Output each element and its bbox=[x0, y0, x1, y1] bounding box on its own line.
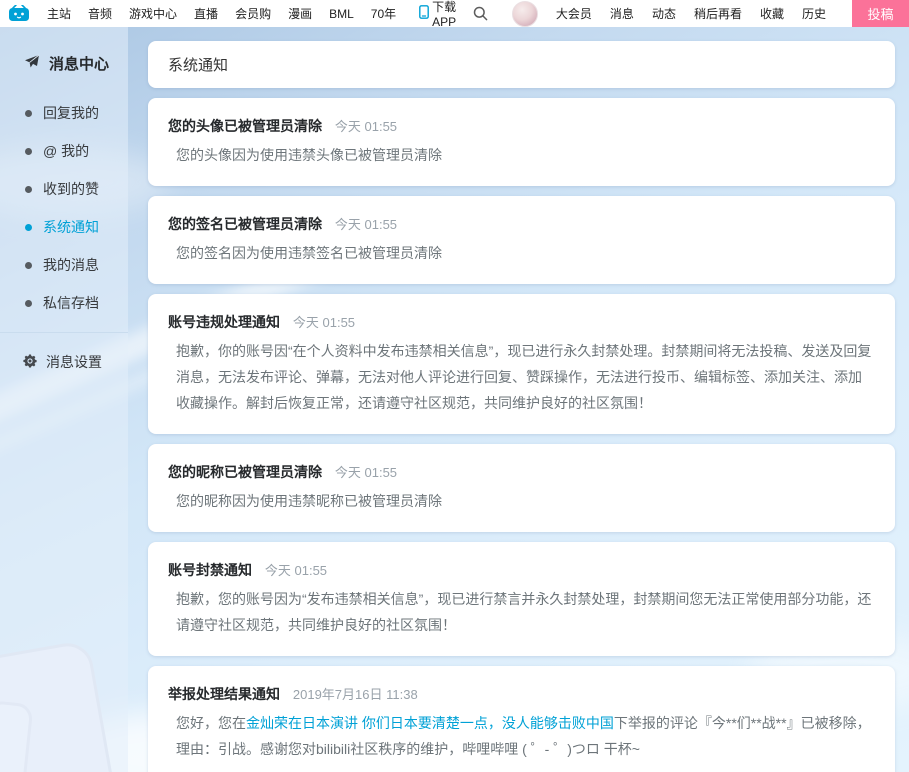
notification-body: 抱歉，您的账号因为“发布违禁相关信息”，现已进行禁言并永久封禁处理，封禁期间您无… bbox=[176, 591, 872, 633]
sidebar-item-label: 系统通知 bbox=[43, 219, 99, 235]
sidebar-item-message-settings[interactable]: 消息设置 bbox=[0, 339, 128, 385]
notification-card-signature-cleared: 您的签名已被管理员清除 今天 01:55 您的签名因为使用违禁签名已被管理员清除 bbox=[148, 196, 895, 284]
nav-link-messages[interactable]: 消息 bbox=[610, 5, 634, 22]
notification-time: 今天 01:55 bbox=[292, 315, 356, 330]
gear-icon bbox=[23, 354, 37, 371]
nav-link-bml[interactable]: BML bbox=[329, 7, 354, 21]
nav-link-manga[interactable]: 漫画 bbox=[288, 5, 312, 22]
search-icon[interactable] bbox=[473, 6, 488, 21]
sidebar-item-reply-to-me[interactable]: 回复我的 bbox=[0, 94, 128, 132]
notification-body: 您的签名因为使用违禁签名已被管理员清除 bbox=[176, 245, 442, 261]
notification-title: 账号封禁通知 bbox=[168, 562, 252, 578]
bullet-dot-icon bbox=[25, 261, 32, 269]
download-app-icon bbox=[419, 5, 430, 22]
sidebar-divider bbox=[0, 332, 128, 333]
notification-title: 举报处理结果通知 bbox=[168, 686, 280, 702]
bullet-dot-icon bbox=[25, 147, 32, 155]
paper-plane-icon bbox=[24, 54, 40, 73]
notification-body: 您好，您在金灿荣在日本演讲 你们日本要清楚一点，没人能够击败中国下举报的评论『今… bbox=[168, 710, 875, 762]
nav-link-watch-later[interactable]: 稍后再看 bbox=[694, 5, 742, 22]
sidebar-item-label: 收到的赞 bbox=[43, 181, 99, 197]
message-sidebar: 消息中心 回复我的 @ 我的 收到的赞 系统通知 我的消息 私信存档 消息设置 bbox=[0, 27, 128, 772]
notification-title: 您的签名已被管理员清除 bbox=[168, 216, 322, 232]
bullet-dot-icon bbox=[25, 109, 32, 117]
navbar-left: 主站 音频 游戏中心 直播 会员购 漫画 BML 70年 下载APP bbox=[0, 0, 473, 29]
nav-link-game-center[interactable]: 游戏中心 bbox=[129, 5, 177, 22]
notification-body-prefix: 您好，您在 bbox=[176, 715, 246, 731]
nav-link-main[interactable]: 主站 bbox=[47, 5, 71, 22]
sidebar-item-label: @ 我的 bbox=[43, 143, 90, 159]
notification-card-account-violation: 账号违规处理通知 今天 01:55 抱歉，你的账号因“在个人资料中发布违禁相关信… bbox=[148, 294, 895, 434]
sidebar-item-likes-received[interactable]: 收到的赞 bbox=[0, 170, 128, 208]
bullet-dot-icon bbox=[25, 223, 32, 231]
top-navbar: 主站 音频 游戏中心 直播 会员购 漫画 BML 70年 下载APP 大会员 消… bbox=[0, 0, 909, 29]
sidebar-item-label: 回复我的 bbox=[43, 105, 99, 121]
notification-body: 您的头像因为使用违禁头像已被管理员清除 bbox=[176, 147, 442, 163]
sidebar-item-label: 私信存档 bbox=[43, 295, 99, 311]
nav-link-download-app[interactable]: 下载APP bbox=[419, 0, 473, 29]
notification-card-report-result: 举报处理结果通知 2019年7月16日 11:38 您好，您在金灿荣在日本演讲 … bbox=[148, 666, 895, 772]
nav-link-shop[interactable]: 会员购 bbox=[235, 5, 271, 22]
notification-time: 今天 01:55 bbox=[334, 119, 398, 134]
sidebar-item-my-messages[interactable]: 我的消息 bbox=[0, 246, 128, 284]
notification-title: 账号违规处理通知 bbox=[168, 314, 280, 330]
bullet-dot-icon bbox=[25, 299, 32, 307]
sidebar-item-dm-archive[interactable]: 私信存档 bbox=[0, 284, 128, 322]
nav-link-audio[interactable]: 音频 bbox=[88, 5, 112, 22]
nav-link-favorites[interactable]: 收藏 bbox=[760, 5, 784, 22]
page: 主站 音频 游戏中心 直播 会员购 漫画 BML 70年 下载APP 大会员 消… bbox=[0, 0, 909, 772]
notification-time: 2019年7月16日 11:38 bbox=[292, 687, 418, 702]
nav-link-history[interactable]: 历史 bbox=[802, 5, 826, 22]
notification-title: 您的头像已被管理员清除 bbox=[168, 118, 322, 134]
notification-title: 您的昵称已被管理员清除 bbox=[168, 464, 322, 480]
sidebar-list: 回复我的 @ 我的 收到的赞 系统通知 我的消息 私信存档 bbox=[0, 94, 128, 322]
sidebar-item-at-me[interactable]: @ 我的 bbox=[0, 132, 128, 170]
navbar-right: 大会员 消息 动态 稍后再看 收藏 历史 投稿 bbox=[473, 0, 909, 27]
notification-card-nickname-cleared: 您的昵称已被管理员清除 今天 01:55 您的昵称因为使用违禁昵称已被管理员清除 bbox=[148, 444, 895, 532]
sidebar-item-system-notice[interactable]: 系统通知 bbox=[0, 208, 128, 246]
notification-time: 今天 01:55 bbox=[334, 217, 398, 232]
reported-video-link[interactable]: 金灿荣在日本演讲 你们日本要清楚一点，没人能够击败中国 bbox=[246, 715, 614, 731]
nav-link-70th[interactable]: 70年 bbox=[371, 5, 396, 22]
notification-card-account-ban: 账号封禁通知 今天 01:55 抱歉，您的账号因为“发布违禁相关信息”，现已进行… bbox=[148, 542, 895, 656]
sidebar-item-label: 我的消息 bbox=[43, 257, 99, 273]
main-content: 系统通知 您的头像已被管理员清除 今天 01:55 您的头像因为使用违禁头像已被… bbox=[148, 27, 895, 772]
bilibili-logo-icon[interactable] bbox=[8, 5, 30, 22]
notification-body: 您的昵称因为使用违禁昵称已被管理员清除 bbox=[176, 493, 442, 509]
notification-time: 今天 01:55 bbox=[264, 563, 328, 578]
notification-body: 抱歉，你的账号因“在个人资料中发布违禁相关信息”，现已进行永久封禁处理。封禁期间… bbox=[176, 343, 872, 411]
message-center-title: 消息中心 bbox=[0, 27, 128, 80]
upload-button[interactable]: 投稿 bbox=[852, 0, 909, 27]
user-avatar[interactable] bbox=[511, 0, 538, 27]
nav-link-dynamics[interactable]: 动态 bbox=[652, 5, 676, 22]
bullet-dot-icon bbox=[25, 185, 32, 193]
notification-time: 今天 01:55 bbox=[334, 465, 398, 480]
nav-link-vip[interactable]: 大会员 bbox=[556, 5, 592, 22]
notification-card-avatar-cleared: 您的头像已被管理员清除 今天 01:55 您的头像因为使用违禁头像已被管理员清除 bbox=[148, 98, 895, 186]
page-title: 系统通知 bbox=[148, 41, 895, 88]
nav-link-live[interactable]: 直播 bbox=[194, 5, 218, 22]
